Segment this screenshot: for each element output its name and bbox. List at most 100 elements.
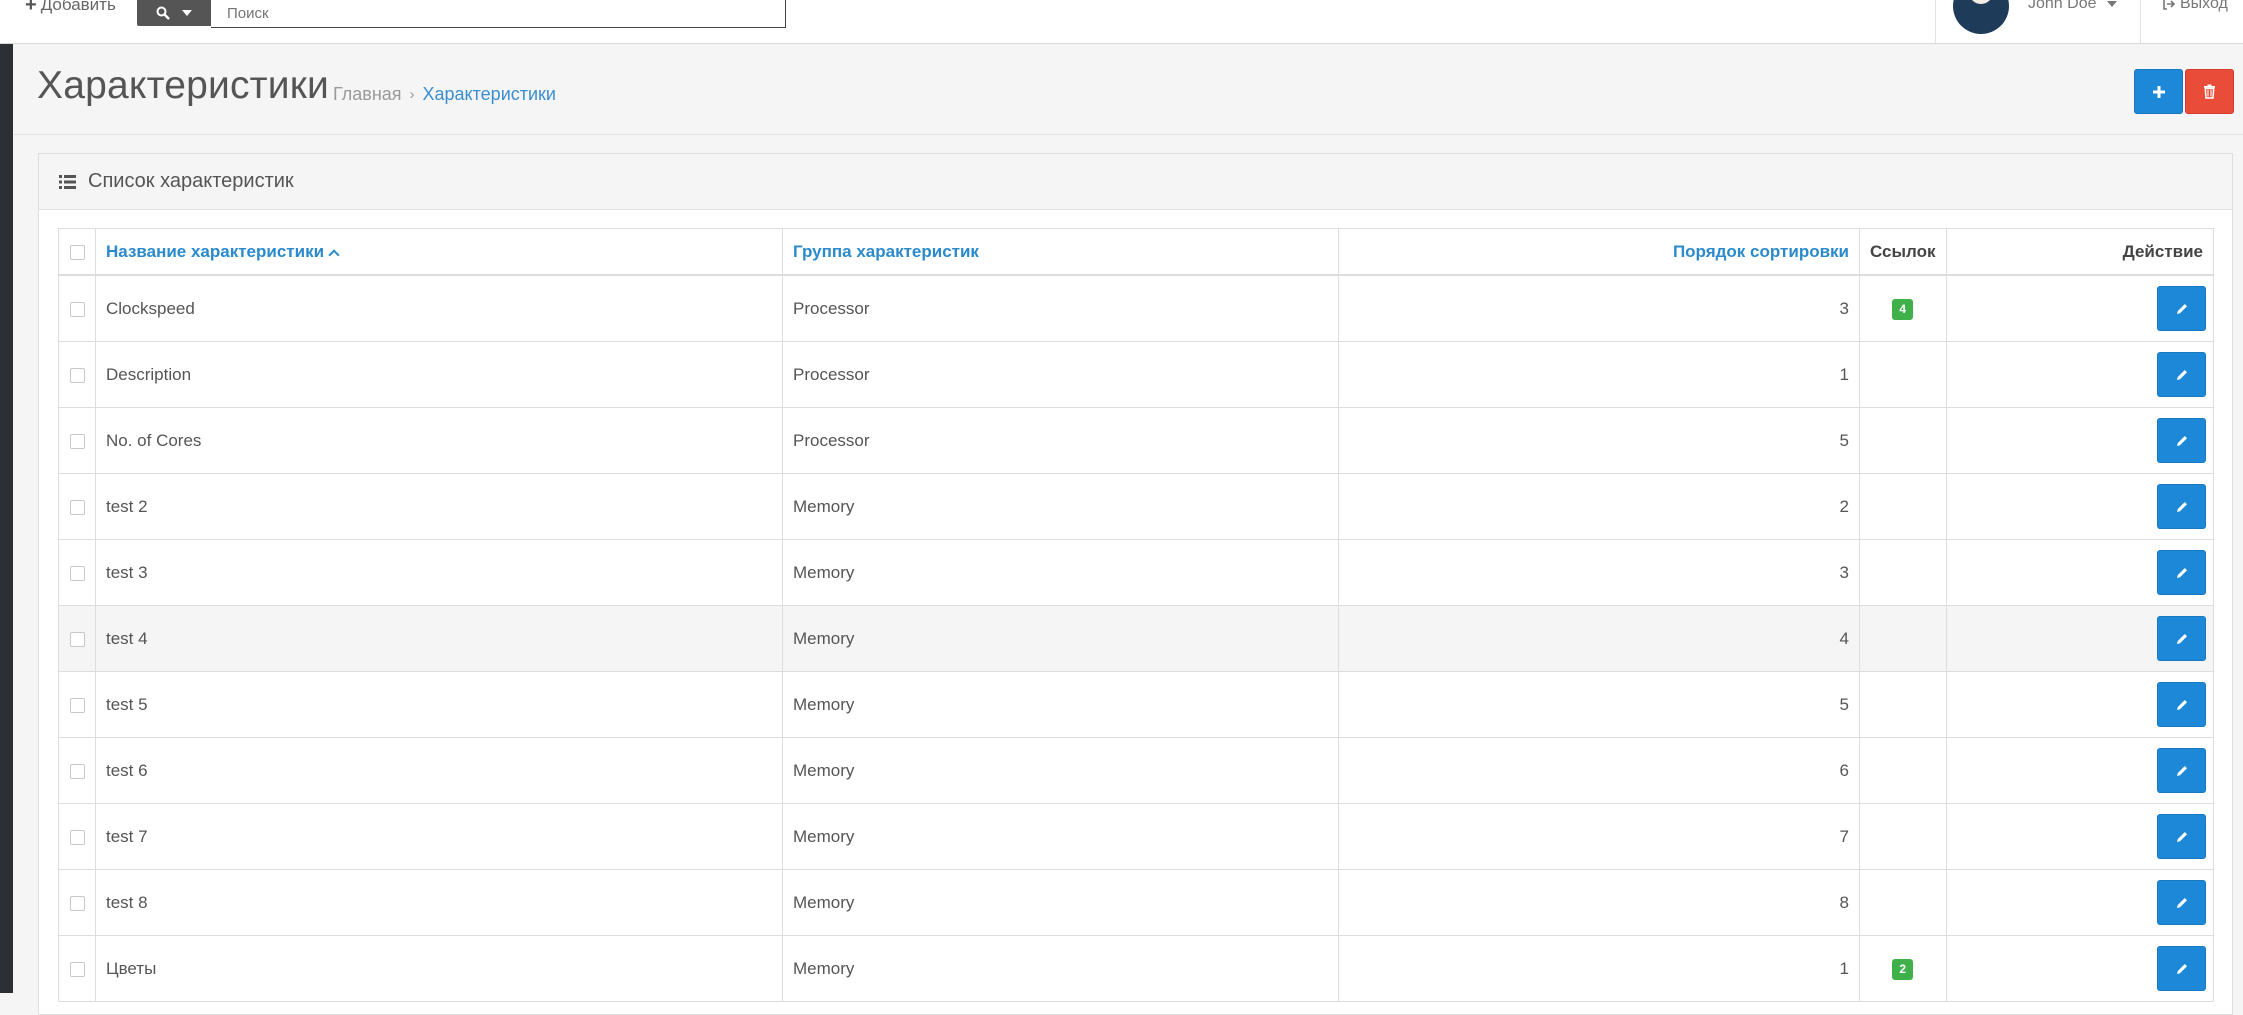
- page-title: Характеристики: [37, 64, 329, 107]
- attribute-group: Processor: [793, 364, 870, 384]
- row-checkbox[interactable]: [69, 763, 85, 779]
- sort-order-cell: 7: [1338, 803, 1860, 870]
- search-dropdown-button[interactable]: [137, 0, 211, 26]
- row-checkbox[interactable]: [69, 961, 85, 977]
- row-checkbox[interactable]: [69, 565, 85, 581]
- panel-title: Список характеристик: [88, 170, 294, 192]
- sort-order: 5: [1839, 430, 1849, 450]
- search-icon: [156, 6, 170, 20]
- action-cell: [1945, 605, 2214, 672]
- attribute-group-cell: Memory: [782, 539, 1339, 606]
- row-checkbox[interactable]: [69, 301, 85, 317]
- pencil-icon: [2176, 699, 2187, 710]
- logout-link[interactable]: Выход: [2162, 0, 2228, 17]
- sort-order-cell: 6: [1338, 737, 1860, 804]
- row-checkbox[interactable]: [69, 499, 85, 515]
- edit-button[interactable]: [2157, 748, 2206, 793]
- sort-order: 2: [1839, 496, 1849, 516]
- attribute-name-cell: test 6: [95, 737, 783, 804]
- edit-button[interactable]: [2157, 286, 2206, 331]
- links-cell: [1859, 737, 1947, 804]
- row-select-cell: [58, 341, 96, 408]
- user-menu[interactable]: John Doe: [2028, 0, 2117, 17]
- pencil-icon: [2176, 765, 2187, 776]
- row-checkbox[interactable]: [69, 895, 85, 911]
- attribute-group: Processor: [793, 430, 870, 450]
- edit-button[interactable]: [2157, 682, 2206, 727]
- table-row: Description Processor 1: [58, 341, 2214, 408]
- sort-order: 8: [1839, 892, 1849, 912]
- edit-button[interactable]: [2157, 484, 2206, 529]
- sort-order-cell: 8: [1338, 869, 1860, 936]
- attribute-group-cell: Processor: [782, 341, 1339, 408]
- panel-heading: Список характеристик: [39, 154, 2232, 210]
- attribute-name-cell: test 4: [95, 605, 783, 672]
- attribute-group: Memory: [793, 826, 855, 846]
- table-row: No. of Cores Processor 5: [58, 407, 2214, 474]
- add-menu-link[interactable]: + Добавить: [25, 0, 116, 19]
- row-select-cell: [58, 539, 96, 606]
- attribute-group: Memory: [793, 892, 855, 912]
- attribute-name: Цветы: [106, 958, 157, 978]
- edit-button[interactable]: [2157, 418, 2206, 463]
- table-row: Clockspeed Processor 3 4: [58, 274, 2214, 342]
- pencil-icon: [2176, 369, 2187, 380]
- row-checkbox[interactable]: [69, 697, 85, 713]
- breadcrumb-current[interactable]: Характеристики: [423, 84, 556, 105]
- table-row: test 3 Memory 3: [58, 539, 2214, 606]
- table-row: test 4 Memory 4: [58, 605, 2214, 672]
- pencil-icon: [2176, 831, 2187, 842]
- sort-order: 3: [1839, 562, 1849, 582]
- attribute-group-cell: Processor: [782, 407, 1339, 474]
- pencil-icon: [2176, 303, 2187, 314]
- column-header-name[interactable]: Название характеристики: [95, 228, 783, 276]
- attribute-name: test 4: [106, 628, 148, 648]
- edit-button[interactable]: [2157, 550, 2206, 595]
- table-row: test 8 Memory 8: [58, 869, 2214, 936]
- trash-icon: [2204, 84, 2215, 99]
- attribute-name-cell: test 2: [95, 473, 783, 540]
- action-cell: [1945, 539, 2214, 606]
- edit-button[interactable]: [2157, 352, 2206, 397]
- sort-order: 5: [1839, 694, 1849, 714]
- attribute-name: test 8: [106, 892, 148, 912]
- action-cell: [1945, 737, 2214, 804]
- attribute-name: test 5: [106, 694, 148, 714]
- sort-order-cell: 1: [1338, 935, 1860, 1002]
- edit-button[interactable]: [2157, 616, 2206, 661]
- breadcrumb-separator: ›: [409, 86, 415, 103]
- attribute-group-cell: Memory: [782, 737, 1339, 804]
- select-all-checkbox[interactable]: [69, 244, 85, 260]
- search-input[interactable]: [211, 0, 786, 28]
- attribute-name: No. of Cores: [106, 430, 202, 450]
- attribute-group-cell: Memory: [782, 803, 1339, 870]
- row-checkbox[interactable]: [69, 367, 85, 383]
- edit-button[interactable]: [2157, 880, 2206, 925]
- breadcrumb-home[interactable]: Главная: [333, 84, 402, 105]
- row-checkbox[interactable]: [69, 433, 85, 449]
- column-header-group[interactable]: Группа характеристик: [782, 228, 1339, 276]
- action-cell: [1945, 671, 2214, 738]
- chevron-down-icon: [182, 9, 192, 16]
- attribute-group: Memory: [793, 760, 855, 780]
- edit-button[interactable]: [2157, 946, 2206, 991]
- sort-order: 1: [1839, 364, 1849, 384]
- avatar[interactable]: [1953, 0, 2009, 34]
- attribute-group: Memory: [793, 562, 855, 582]
- column-header-sort-order[interactable]: Порядок сортировки: [1338, 228, 1860, 276]
- add-button[interactable]: [2134, 69, 2183, 114]
- row-checkbox[interactable]: [69, 631, 85, 647]
- sort-order-cell: 3: [1338, 274, 1860, 342]
- attribute-group: Processor: [793, 298, 870, 318]
- edit-button[interactable]: [2157, 814, 2206, 859]
- attribute-group-cell: Memory: [782, 605, 1339, 672]
- links-cell: [1859, 473, 1947, 540]
- sort-order: 3: [1839, 298, 1849, 318]
- column-header-links: Ссылок: [1859, 228, 1947, 276]
- action-cell: [1945, 803, 2214, 870]
- row-checkbox[interactable]: [69, 829, 85, 845]
- links-cell: [1859, 671, 1947, 738]
- sort-order-cell: 5: [1338, 407, 1860, 474]
- links-count-badge: 4: [1892, 298, 1914, 320]
- delete-button[interactable]: [2185, 69, 2234, 114]
